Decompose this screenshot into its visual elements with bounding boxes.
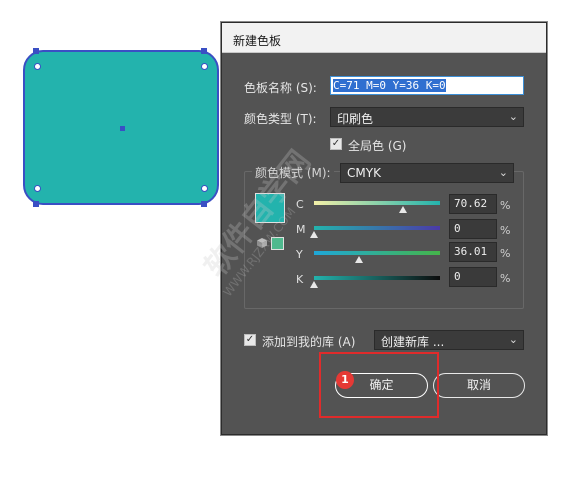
step-badge: 1 — [336, 371, 354, 389]
magenta-slider[interactable] — [314, 226, 440, 230]
chevron-down-icon: ⌄ — [508, 110, 518, 123]
black-percent: % — [500, 272, 511, 285]
swatch-name-label: 色板名称 (S): — [244, 81, 317, 95]
anchor-point[interactable] — [201, 48, 207, 54]
chevron-down-icon: ⌄ — [508, 333, 518, 346]
yellow-value-input[interactable]: 36.01 — [449, 242, 497, 262]
channel-m-label: M — [296, 223, 306, 236]
channel-y-label: Y — [296, 248, 303, 261]
add-to-library-label: 添加到我的库 (A) — [262, 335, 356, 349]
black-slider-thumb[interactable] — [310, 281, 318, 288]
color-type-label: 颜色类型 (T): — [244, 112, 317, 126]
library-select[interactable]: 创建新库 ... ⌄ — [374, 330, 524, 350]
cyan-slider-thumb[interactable] — [398, 206, 407, 213]
rounded-rectangle-shape[interactable] — [23, 50, 219, 205]
yellow-percent: % — [500, 247, 511, 260]
color-type-value: 印刷色 — [337, 112, 374, 126]
global-label: 全局色 (G) — [348, 139, 407, 153]
swatch-name-value: C=71 M=0 Y=36 K=0 — [333, 79, 446, 92]
cyan-slider[interactable] — [314, 201, 440, 205]
color-mode-select[interactable]: CMYK ⌄ — [340, 163, 514, 183]
yellow-slider-thumb[interactable] — [355, 256, 364, 263]
center-point — [120, 126, 125, 131]
corner-widget[interactable] — [201, 185, 208, 192]
channel-c-label: C — [296, 198, 304, 211]
magenta-slider-thumb[interactable] — [310, 231, 318, 238]
channel-k-label: K — [296, 273, 304, 286]
corner-widget[interactable] — [34, 63, 41, 70]
anchor-point[interactable] — [33, 48, 39, 54]
magenta-value-input[interactable]: 0 — [449, 219, 497, 239]
global-checkbox[interactable]: ✓ — [330, 138, 342, 150]
chevron-down-icon: ⌄ — [498, 166, 508, 179]
black-slider[interactable] — [314, 276, 440, 280]
swatch-name-input[interactable]: C=71 M=0 Y=36 K=0 — [330, 76, 524, 95]
magenta-percent: % — [500, 224, 511, 237]
color-mode-value: CMYK — [347, 166, 381, 180]
library-value: 创建新库 ... — [381, 335, 445, 349]
anchor-point[interactable] — [201, 201, 207, 207]
color-type-select[interactable]: 印刷色 ⌄ — [330, 107, 524, 127]
anchor-point[interactable] — [33, 201, 39, 207]
black-value-input[interactable]: 0 — [449, 267, 497, 287]
cyan-percent: % — [500, 199, 511, 212]
dialog-title: 新建色板 — [222, 23, 546, 53]
corner-widget[interactable] — [34, 185, 41, 192]
add-to-library-checkbox[interactable]: ✓ — [244, 334, 256, 346]
yellow-slider[interactable] — [314, 251, 440, 255]
cyan-value-input[interactable]: 70.62 — [449, 194, 497, 214]
cancel-button[interactable]: 取消 — [433, 373, 525, 398]
corner-widget[interactable] — [201, 63, 208, 70]
